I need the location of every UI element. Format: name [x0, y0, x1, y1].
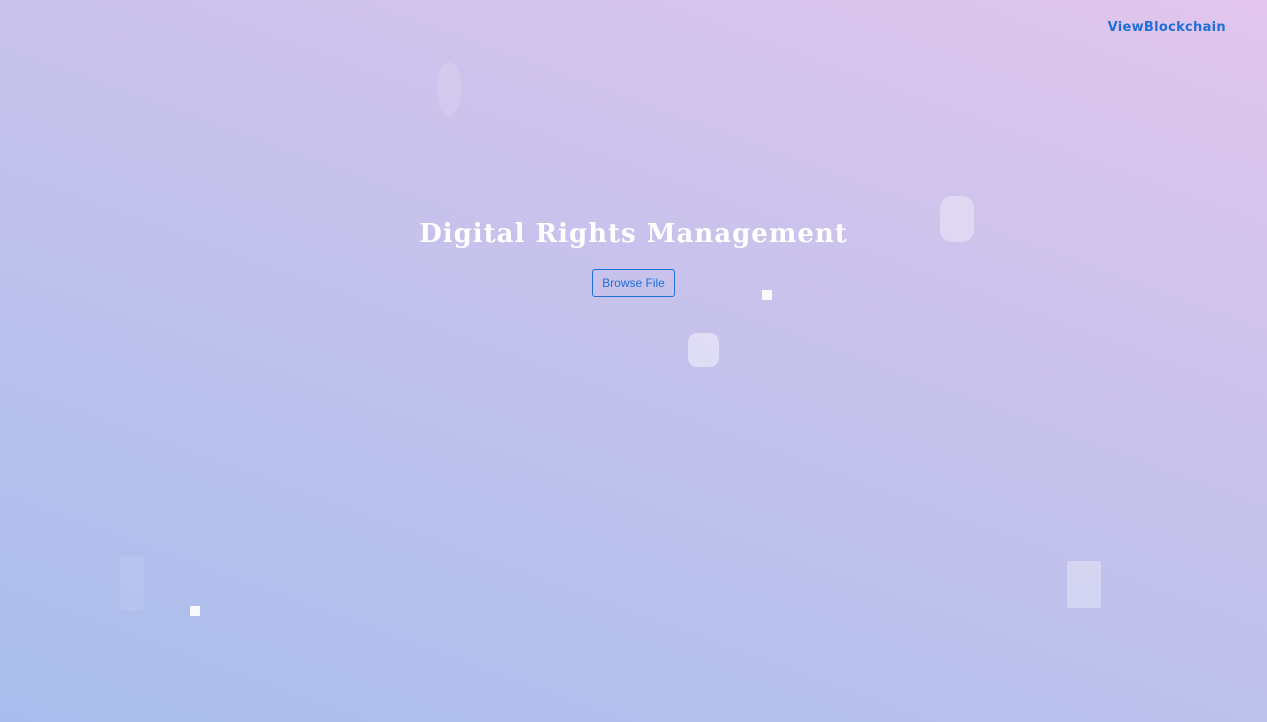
decorative-rect — [120, 556, 144, 611]
hero-section: Digital Rights Management Browse File — [0, 214, 1267, 297]
decorative-rect — [1067, 561, 1101, 608]
decorative-ellipse — [437, 62, 461, 116]
decorative-square — [190, 606, 200, 616]
browse-file-button[interactable]: Browse File — [592, 269, 675, 297]
view-blockchain-link[interactable]: ViewBlockchain — [1108, 20, 1226, 35]
decorative-rounded-square — [688, 333, 719, 367]
page-title: Digital Rights Management — [419, 219, 848, 249]
